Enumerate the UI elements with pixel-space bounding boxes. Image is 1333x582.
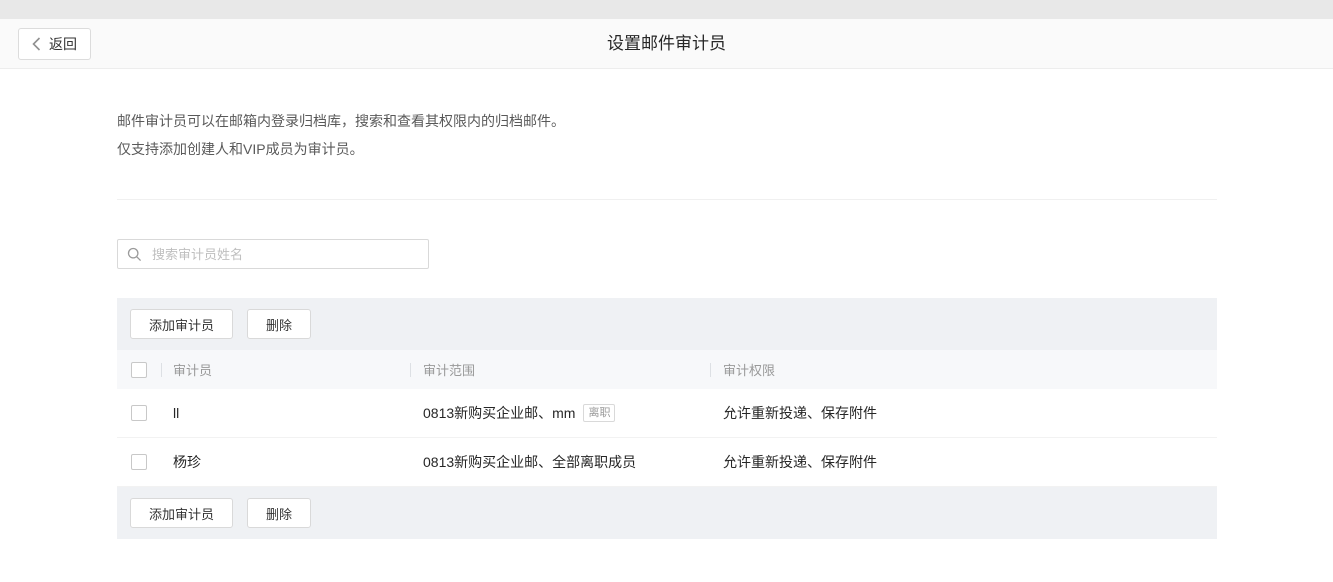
row-select-cell <box>117 405 161 421</box>
header-select-all-cell <box>117 362 161 378</box>
column-header-permission: 审计权限 <box>710 360 1217 379</box>
column-divider <box>410 363 411 377</box>
table-header-row: 审计员 审计范围 审计权限 <box>117 350 1217 389</box>
add-auditor-button-bottom[interactable]: 添加审计员 <box>130 498 233 528</box>
column-header-label: 审计员 <box>173 363 212 378</box>
page-header: 返回 设置邮件审计员 <box>0 19 1333 69</box>
audit-scope: 0813新购买企业邮、全部离职成员 <box>423 454 636 470</box>
column-header-label: 审计权限 <box>723 363 775 378</box>
resigned-status-tag: 离职 <box>583 404 615 422</box>
description-line-1: 邮件审计员可以在邮箱内登录归档库，搜索和查看其权限内的归档邮件。 <box>117 107 1217 135</box>
add-auditor-button-top[interactable]: 添加审计员 <box>130 309 233 339</box>
back-button-label: 返回 <box>49 34 77 54</box>
column-divider <box>161 363 162 377</box>
column-divider <box>710 363 711 377</box>
select-all-checkbox[interactable] <box>131 362 147 378</box>
toolbar-bottom: 添加审计员 删除 <box>117 487 1217 539</box>
audit-permission: 允许重新投递、保存附件 <box>723 405 877 421</box>
search-icon <box>127 247 142 262</box>
table-row: 杨珍 0813新购买企业邮、全部离职成员 允许重新投递、保存附件 <box>117 438 1217 487</box>
page-title: 设置邮件审计员 <box>0 19 1333 69</box>
section-divider <box>117 199 1217 200</box>
auditor-name: ll <box>173 405 179 421</box>
toolbar-top: 添加审计员 删除 <box>117 298 1217 350</box>
column-header-label: 审计范围 <box>423 363 475 378</box>
auditor-name: 杨珍 <box>173 454 201 470</box>
delete-button-bottom[interactable]: 删除 <box>247 498 311 528</box>
table-row: ll 0813新购买企业邮、mm 离职 允许重新投递、保存附件 <box>117 389 1217 438</box>
delete-button-top[interactable]: 删除 <box>247 309 311 339</box>
content-area: 邮件审计员可以在邮箱内登录归档库，搜索和查看其权限内的归档邮件。 仅支持添加创建… <box>117 107 1217 539</box>
column-header-auditor: 审计员 <box>161 360 410 379</box>
description-line-2: 仅支持添加创建人和VIP成员为审计员。 <box>117 135 1217 163</box>
back-button[interactable]: 返回 <box>18 28 91 60</box>
search-box[interactable] <box>117 239 429 269</box>
audit-permission-cell: 允许重新投递、保存附件 <box>710 403 1217 423</box>
description-block: 邮件审计员可以在邮箱内登录归档库，搜索和查看其权限内的归档邮件。 仅支持添加创建… <box>117 107 1217 163</box>
column-header-scope: 审计范围 <box>410 360 710 379</box>
top-strip <box>0 0 1333 19</box>
search-input[interactable] <box>150 246 419 263</box>
row-select-cell <box>117 454 161 470</box>
audit-scope-cell: 0813新购买企业邮、mm 离职 <box>410 403 710 423</box>
audit-scope-cell: 0813新购买企业邮、全部离职成员 <box>410 452 710 472</box>
auditor-name-cell: 杨珍 <box>161 452 410 472</box>
audit-permission: 允许重新投递、保存附件 <box>723 454 877 470</box>
row-checkbox[interactable] <box>131 454 147 470</box>
audit-permission-cell: 允许重新投递、保存附件 <box>710 452 1217 472</box>
row-checkbox[interactable] <box>131 405 147 421</box>
auditor-table: 审计员 审计范围 审计权限 ll 0813新购买企业邮、mm离职 允许重新投 <box>117 350 1217 487</box>
auditor-name-cell: ll <box>161 405 410 421</box>
chevron-left-icon <box>32 37 41 51</box>
audit-scope: 0813新购买企业邮、mm <box>423 405 575 421</box>
